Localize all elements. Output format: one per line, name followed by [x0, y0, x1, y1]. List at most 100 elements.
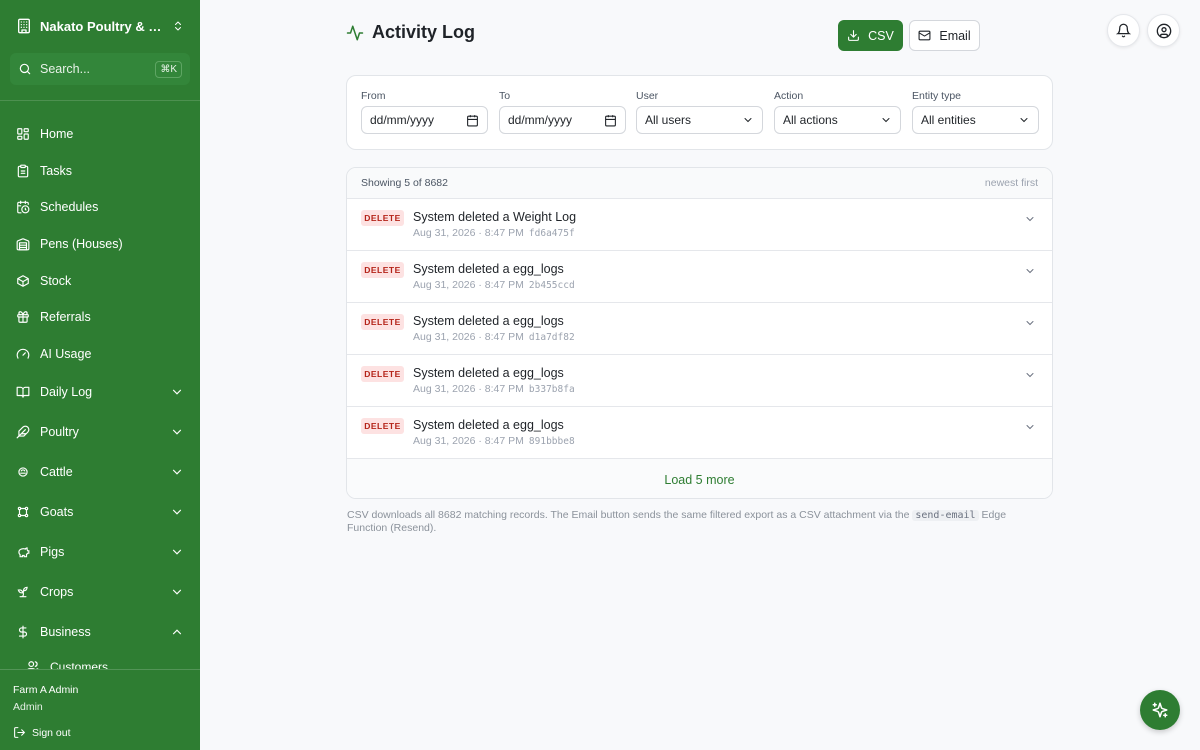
- activity-time: Aug 31, 2026 · 8:47 PM: [413, 331, 524, 343]
- sidebar-group-label: Cattle: [40, 465, 73, 480]
- account-button[interactable]: [1147, 14, 1180, 47]
- sidebar-item-home[interactable]: Home: [0, 116, 200, 153]
- chevrons-up-down-icon: [175, 21, 181, 31]
- sidebar-group-crops[interactable]: Crops: [0, 572, 200, 612]
- page-title: Activity Log: [372, 22, 476, 42]
- activity-row[interactable]: DELETE System deleted a egg_logs Aug 31,…: [347, 407, 1052, 459]
- load-more-button[interactable]: Load 5 more: [347, 459, 1052, 498]
- sprout-icon: [17, 586, 28, 598]
- activity-time: Aug 31, 2026 · 8:47 PM: [413, 383, 524, 395]
- warehouse-icon: [16, 238, 30, 251]
- chevron-down-icon: [1020, 118, 1028, 123]
- user-circle-icon: [1156, 23, 1171, 38]
- sidebar-group-business[interactable]: Business: [0, 612, 200, 652]
- from-filter: From dd/mm/yyyy: [361, 90, 488, 134]
- activity-title: System deleted a Weight Log: [413, 210, 577, 224]
- notifications-button[interactable]: [1107, 14, 1140, 47]
- entity-select[interactable]: All entities: [912, 106, 1039, 134]
- chevron-down-icon[interactable]: [1024, 213, 1036, 225]
- ai-assistant-button[interactable]: [1140, 690, 1180, 730]
- sidebar-group-pigs[interactable]: Pigs: [0, 532, 200, 572]
- sidebar-item-pens[interactable]: Pens (Houses): [0, 226, 200, 263]
- sidebar-item-ai-usage[interactable]: AI Usage: [0, 336, 200, 373]
- chevron-down-icon: [744, 118, 752, 123]
- footnote-text: CSV downloads all 8682 matching records.…: [347, 509, 910, 521]
- chevron-down-icon: [172, 429, 182, 435]
- activity-row[interactable]: DELETE System deleted a egg_logs Aug 31,…: [347, 303, 1052, 355]
- to-date-input[interactable]: dd/mm/yyyy: [499, 106, 626, 134]
- sidebar-group-poultry[interactable]: Poultry: [0, 412, 200, 452]
- action-badge: DELETE: [361, 210, 404, 226]
- list-header: Showing 5 of 8682 newest first: [347, 168, 1052, 199]
- sparkles-icon: [1152, 702, 1168, 718]
- sidebar-item-label: Home: [40, 127, 74, 142]
- filters-panel: From dd/mm/yyyy To dd/mm/yyyy User All u…: [346, 75, 1053, 150]
- sidebar-group-cattle[interactable]: Cattle: [0, 452, 200, 492]
- book-icon: [16, 386, 30, 398]
- chevron-down-icon: [882, 118, 890, 123]
- farm-name: Nakato Poultry & Da...: [40, 18, 164, 34]
- activity-row[interactable]: DELETE System deleted a egg_logs Aug 31,…: [347, 355, 1052, 407]
- activity-title: System deleted a egg_logs: [413, 366, 564, 380]
- sidebar-group-label: Crops: [40, 585, 74, 600]
- gauge-icon: [16, 348, 30, 359]
- sidebar-item-label: Stock: [40, 273, 72, 288]
- chevron-down-icon: [172, 469, 182, 475]
- activity-title: System deleted a egg_logs: [413, 262, 564, 276]
- user-name: Farm A Admin: [13, 684, 79, 696]
- chevron-down-icon[interactable]: [1024, 265, 1036, 277]
- action-select[interactable]: All actions: [774, 106, 901, 134]
- user-select-value: All users: [645, 113, 692, 127]
- activity-row[interactable]: DELETE System deleted a Weight Log Aug 3…: [347, 199, 1052, 251]
- chevron-down-icon[interactable]: [1024, 317, 1036, 329]
- sidebar: Nakato Poultry & Da... Search... ⌘K Home…: [0, 0, 200, 750]
- chevron-down-icon: [172, 509, 182, 515]
- sidebar-group-goats[interactable]: Goats: [0, 492, 200, 532]
- user-role: Admin: [13, 701, 43, 713]
- user-select[interactable]: All users: [636, 106, 763, 134]
- action-select-value: All actions: [783, 113, 838, 127]
- gift-icon: [17, 311, 29, 324]
- feather-icon: [16, 425, 30, 439]
- sidebar-item-tasks[interactable]: Tasks: [0, 153, 200, 190]
- csv-button-label: CSV: [868, 28, 894, 43]
- csv-export-button[interactable]: CSV: [838, 20, 903, 51]
- sidebar-item-label: Tasks: [40, 163, 72, 178]
- sidebar-item-referrals[interactable]: Referrals: [0, 299, 200, 336]
- activity-title: System deleted a egg_logs: [413, 314, 564, 328]
- activity-hash: 891bbbe8: [528, 436, 575, 447]
- entity-filter: Entity type All entities: [912, 90, 1039, 134]
- bell-icon: [1116, 23, 1131, 38]
- sort-order: newest first: [984, 177, 1038, 189]
- activity-time: Aug 31, 2026 · 8:47 PM: [413, 435, 524, 447]
- clipboard-icon: [17, 164, 29, 178]
- email-button-label: Email: [939, 28, 971, 43]
- sidebar-item-schedules[interactable]: Schedules: [0, 189, 200, 226]
- sidebar-group-daily-log[interactable]: Daily Log: [0, 372, 200, 412]
- activity-meta: Aug 31, 2026 · 8:47 PM 891bbbe8: [413, 435, 575, 447]
- sidebar-item-stock[interactable]: Stock: [0, 262, 200, 299]
- activity-meta: Aug 31, 2026 · 8:47 PM fd6a475f: [413, 227, 575, 239]
- action-badge: DELETE: [361, 366, 404, 382]
- activity-row[interactable]: DELETE System deleted a egg_logs Aug 31,…: [347, 251, 1052, 303]
- action-label: Action: [774, 90, 804, 102]
- action-badge: DELETE: [361, 418, 404, 434]
- activity-meta: Aug 31, 2026 · 8:47 PM b337b8fa: [413, 383, 575, 395]
- sidebar-item-label: Pens (Houses): [40, 237, 123, 252]
- chevron-down-icon: [172, 589, 182, 595]
- sidebar-group-label: Poultry: [40, 425, 79, 440]
- footnote-code: send-email: [912, 510, 979, 521]
- calendar-clock-icon: [17, 201, 30, 214]
- from-date-input[interactable]: dd/mm/yyyy: [361, 106, 488, 134]
- entity-label: Entity type: [912, 90, 962, 102]
- sign-out-button[interactable]: Sign out: [13, 726, 187, 739]
- activity-time: Aug 31, 2026 · 8:47 PM: [413, 279, 524, 291]
- chevron-down-icon[interactable]: [1024, 369, 1036, 381]
- export-footnote: CSV downloads all 8682 matching records.…: [347, 509, 1037, 535]
- chevron-down-icon[interactable]: [1024, 421, 1036, 433]
- email-export-button[interactable]: Email: [909, 20, 980, 51]
- dollar-icon: [18, 625, 28, 639]
- to-filter: To dd/mm/yyyy: [499, 90, 626, 134]
- farm-switcher[interactable]: Nakato Poultry & Da...: [0, 0, 200, 52]
- sidebar-search[interactable]: Search... ⌘K: [10, 53, 190, 85]
